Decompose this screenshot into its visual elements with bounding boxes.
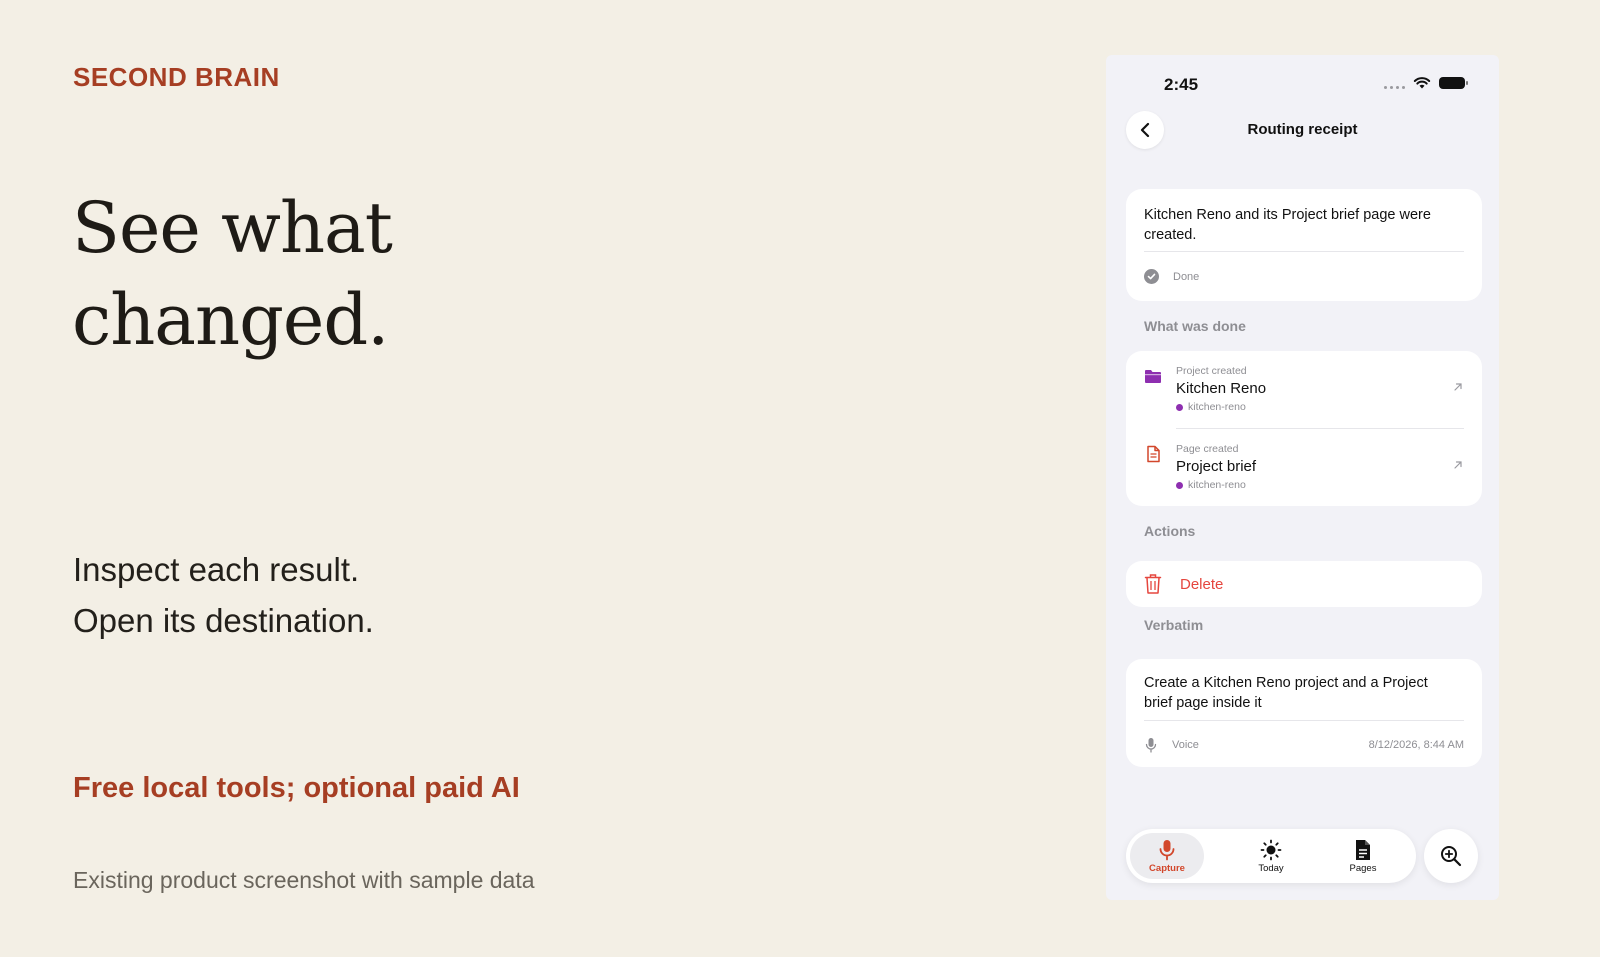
- tab-today[interactable]: Today: [1234, 833, 1308, 879]
- trash-icon: [1144, 574, 1162, 594]
- status-time: 2:45: [1164, 75, 1199, 94]
- section-label-verbatim: Verbatim: [1144, 617, 1204, 633]
- voice-row: Voice: [1144, 737, 1199, 753]
- headline-line-1: See what: [72, 187, 393, 269]
- result-kind: Page created: [1176, 443, 1239, 455]
- result-kind: Project created: [1176, 365, 1247, 377]
- tab-pages[interactable]: Pages: [1326, 833, 1400, 879]
- sun-icon: [1260, 839, 1282, 860]
- zoom-search-icon: [1441, 846, 1462, 867]
- result-tag: kitchen-reno: [1176, 479, 1246, 491]
- tab-capture[interactable]: Capture: [1130, 833, 1204, 879]
- section-label-what-was-done: What was done: [1144, 318, 1246, 334]
- headline: See what changed.: [72, 182, 393, 366]
- verbatim-text: Create a Kitchen Reno project and a Proj…: [1144, 675, 1428, 711]
- timestamp: 8/12/2026, 8:44 AM: [1368, 739, 1464, 751]
- tab-label: Pages: [1349, 862, 1377, 874]
- subheadline: Inspect each result. Open its destinatio…: [73, 544, 374, 646]
- phone-screen: 2:45 Routing receipt Kitchen Reno and it…: [1106, 55, 1499, 900]
- status-icons: [1384, 76, 1468, 89]
- wifi-icon: [1413, 77, 1431, 89]
- what-was-done-card: Project created Kitchen Reno kitchen-ren…: [1126, 351, 1482, 506]
- subheadline-line-2: Open its destination.: [73, 602, 374, 639]
- result-tag-label: kitchen-reno: [1188, 401, 1246, 413]
- delete-row: Delete: [1144, 573, 1223, 595]
- delete-label: Delete: [1180, 575, 1224, 593]
- headline-line-2: changed.: [72, 279, 389, 361]
- result-item-project[interactable]: Project created Kitchen Reno kitchen-ren…: [1126, 351, 1482, 429]
- tab-label: Today: [1258, 862, 1284, 874]
- status-label: Done: [1173, 270, 1200, 283]
- subheadline-line-1: Inspect each result.: [73, 551, 360, 588]
- result-tag: kitchen-reno: [1176, 401, 1246, 413]
- source-label: Voice: [1172, 739, 1199, 751]
- divider: [1144, 251, 1464, 252]
- brand-name: SECOND BRAIN: [73, 62, 280, 92]
- result-title: Project brief: [1176, 458, 1257, 475]
- microphone-icon: [1145, 738, 1157, 753]
- document-icon: [1147, 445, 1160, 463]
- pricing-note: Free local tools; optional paid AI: [73, 772, 520, 804]
- battery-icon: [1439, 76, 1468, 89]
- verbatim-card: Create a Kitchen Reno project and a Proj…: [1126, 659, 1482, 767]
- summary-card: Kitchen Reno and its Project brief page …: [1126, 189, 1482, 301]
- open-arrow-icon[interactable]: [1452, 381, 1464, 393]
- signal-icon: [1384, 77, 1405, 89]
- microphone-icon: [1159, 839, 1175, 860]
- divider: [1144, 720, 1464, 721]
- footnote: Existing product screenshot with sample …: [73, 867, 535, 893]
- open-arrow-icon[interactable]: [1452, 459, 1464, 471]
- delete-button[interactable]: Delete: [1126, 561, 1482, 607]
- document-icon: [1356, 839, 1370, 860]
- tab-bar: Capture Today Pages: [1126, 829, 1416, 883]
- result-tag-label: kitchen-reno: [1188, 479, 1246, 491]
- tag-dot-icon: [1176, 481, 1183, 489]
- tab-label: Capture: [1149, 862, 1185, 874]
- search-button[interactable]: [1424, 829, 1478, 883]
- tag-dot-icon: [1176, 403, 1183, 411]
- section-label-actions: Actions: [1144, 523, 1196, 539]
- status-row: Done: [1144, 269, 1199, 284]
- summary-text: Kitchen Reno and its Project brief page …: [1144, 207, 1431, 243]
- check-circle-icon: [1144, 269, 1159, 284]
- result-item-page[interactable]: Page created Project brief kitchen-reno: [1126, 429, 1482, 507]
- nav-title: Routing receipt: [1247, 121, 1358, 138]
- folder-icon: [1145, 370, 1161, 383]
- result-title: Kitchen Reno: [1176, 380, 1267, 397]
